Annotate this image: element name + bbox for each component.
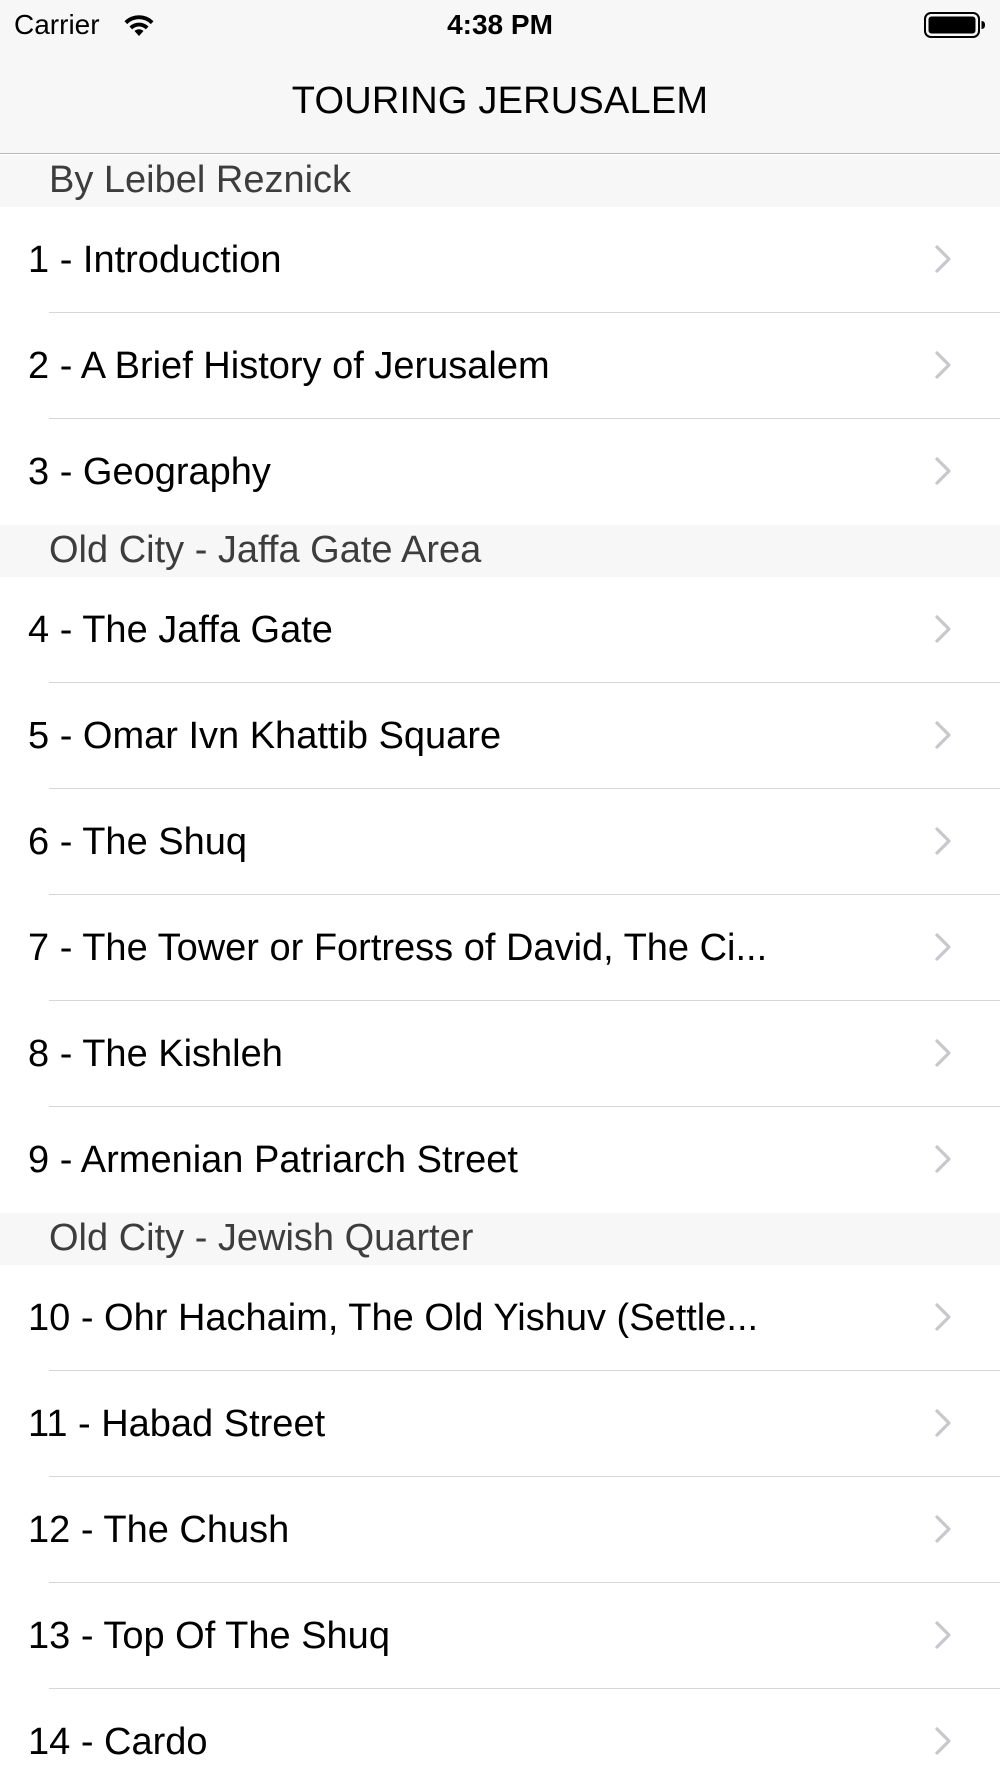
- list-item-label: 4 - The Jaffa Gate: [28, 609, 333, 651]
- chevron-right-icon: [935, 615, 951, 643]
- list-item-label: 1 - Introduction: [28, 239, 282, 281]
- nav-title: TOURING JERUSALEM: [291, 80, 709, 122]
- chevron-right-icon: [935, 1621, 951, 1649]
- list-item[interactable]: 7 - The Tower or Fortress of David, The …: [0, 895, 1000, 1001]
- list-item[interactable]: 12 - The Chush: [0, 1477, 1000, 1583]
- list-item-label: 6 - The Shuq: [28, 821, 248, 863]
- chapter-list[interactable]: By Leibel Reznick 1 - Introduction 2 - A B…: [0, 155, 1000, 1778]
- chevron-right-icon: [935, 1409, 951, 1437]
- status-bar: Carrier 4:38 PM: [0, 0, 1000, 50]
- chevron-right-icon: [935, 1039, 951, 1067]
- list-item[interactable]: 1 - Introduction: [0, 207, 1000, 313]
- list-item-label: 8 - The Kishleh: [28, 1033, 283, 1075]
- list-item[interactable]: 5 - Omar Ivn Khattib Square: [0, 683, 1000, 789]
- list-item-label: 12 - The Chush: [28, 1509, 290, 1551]
- section-header: By Leibel Reznick: [0, 155, 1000, 207]
- list-item[interactable]: 3 - Geography: [0, 419, 1000, 525]
- chevron-right-icon: [935, 1727, 951, 1755]
- list-item[interactable]: 8 - The Kishleh: [0, 1001, 1000, 1107]
- section-header: Old City - Jaffa Gate Area: [0, 525, 1000, 577]
- list-item-label: 14 - Cardo: [28, 1721, 208, 1763]
- list-item-label: 10 - Ohr Hachaim, The Old Yishuv (Settle…: [28, 1297, 759, 1339]
- list-item-label: 9 - Armenian Patriarch Street: [28, 1139, 518, 1181]
- list-item[interactable]: 10 - Ohr Hachaim, The Old Yishuv (Settle…: [0, 1265, 1000, 1371]
- list-item[interactable]: 14 - Cardo: [0, 1689, 1000, 1778]
- chevron-right-icon: [935, 245, 951, 273]
- chevron-right-icon: [935, 457, 951, 485]
- list-item[interactable]: 4 - The Jaffa Gate: [0, 577, 1000, 683]
- list-item-label: 13 - Top Of The Shuq: [28, 1615, 390, 1657]
- chevron-right-icon: [935, 721, 951, 749]
- list-item-label: 3 - Geography: [28, 451, 271, 493]
- list-item-label: 7 - The Tower or Fortress of David, The …: [28, 927, 768, 969]
- chevron-right-icon: [935, 1515, 951, 1543]
- list-item-label: 11 - Habad Street: [28, 1403, 326, 1445]
- list-item[interactable]: 2 - A Brief History of Jerusalem: [0, 313, 1000, 419]
- battery-icon: [924, 12, 985, 38]
- section-header-label: By Leibel Reznick: [49, 159, 352, 201]
- chevron-right-icon: [935, 1145, 951, 1173]
- chevron-right-icon: [935, 827, 951, 855]
- list-item-label: 5 - Omar Ivn Khattib Square: [28, 715, 502, 757]
- list-item[interactable]: 9 - Armenian Patriarch Street: [0, 1107, 1000, 1213]
- chevron-right-icon: [935, 351, 951, 379]
- list-item-label: 2 - A Brief History of Jerusalem: [28, 345, 550, 387]
- list-item[interactable]: 13 - Top Of The Shuq: [0, 1583, 1000, 1689]
- app-screen: Carrier 4:38 PM TOURING JERUSALEM By Lei…: [0, 0, 1000, 1778]
- list-item[interactable]: 11 - Habad Street: [0, 1371, 1000, 1477]
- section-header: Old City - Jewish Quarter: [0, 1213, 1000, 1265]
- navigation-bar: TOURING JERUSALEM: [0, 50, 1000, 154]
- section-header-label: Old City - Jaffa Gate Area: [49, 529, 482, 571]
- chevron-right-icon: [935, 1303, 951, 1331]
- status-time: 4:38 PM: [447, 9, 553, 40]
- list-item[interactable]: 6 - The Shuq: [0, 789, 1000, 895]
- chevron-right-icon: [935, 933, 951, 961]
- section-header-label: Old City - Jewish Quarter: [49, 1217, 474, 1259]
